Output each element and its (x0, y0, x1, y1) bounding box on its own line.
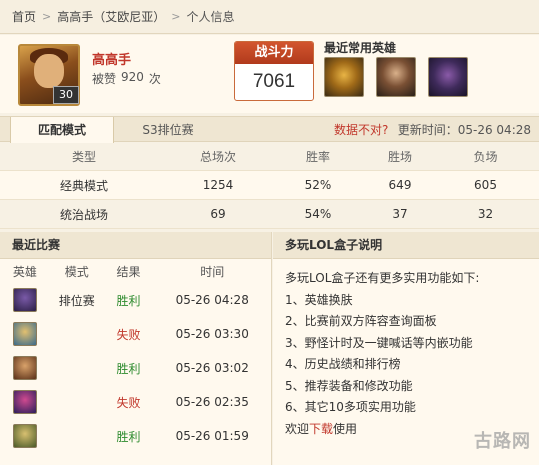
help-intro: 多玩LOL盒子还有更多实用功能如下: (285, 271, 480, 285)
stats-tabs: 匹配模式 S3排位赛 数据不对? 更新时间：05-26 04:28 (0, 116, 539, 143)
header-time: 时间 (200, 264, 225, 279)
purple-hero-icon (12, 288, 37, 312)
stats-header-type: 类型 (71, 150, 96, 164)
list-item[interactable]: 胜利 05-26 03:02 (0, 351, 271, 385)
player-likes: 被赞 920 次 (92, 70, 161, 87)
data-wrong-link[interactable]: 数据不对? (334, 117, 388, 143)
breadcrumb-separator: > (42, 10, 52, 23)
help-item: 5、推荐装备和修改功能 (285, 378, 413, 393)
match-result: 胜利 (116, 293, 141, 308)
power-box: 战斗力 7061 (234, 41, 314, 101)
help-item: 6、其它10多项实用功能 (285, 400, 416, 414)
download-link[interactable]: 下载 (309, 422, 333, 436)
recent-heroes-title: 最近常用英雄 (324, 41, 397, 55)
stats-header-wins: 胜场 (387, 150, 412, 164)
level-badge: 30 (53, 86, 79, 104)
likes-unit: 次 (148, 72, 161, 86)
breadcrumb-current: 个人信息 (186, 10, 235, 24)
table-cell: 605 (474, 178, 497, 192)
breadcrumb-player[interactable]: 高高手（艾欧尼亚） (57, 8, 165, 25)
stats-header-total: 总场次 (199, 150, 236, 164)
match-result: 失败 (116, 395, 141, 410)
recent-hero-1-icon[interactable] (324, 57, 364, 97)
table-cell: 37 (392, 207, 408, 221)
avatar-face (34, 54, 64, 88)
update-time: 更新时间：05-26 04:28 (398, 117, 531, 143)
table-cell: 统治战场 (59, 207, 108, 222)
table-row: 经典模式 1254 52% 649 605 (0, 171, 539, 200)
pink-hero-icon (12, 390, 37, 414)
profile-header: 30 高高手 被赞 920 次 战斗力 7061 最近常用英雄 (0, 35, 539, 113)
match-result: 胜利 (116, 429, 141, 444)
header-hero: 英雄 (12, 264, 37, 279)
recent-hero-3-icon[interactable] (428, 57, 468, 97)
likes-label: 被赞 (92, 72, 117, 86)
match-time: 05-26 03:30 (175, 327, 249, 341)
help-title: 多玩LOL盒子说明 (273, 232, 539, 259)
table-cell: 649 (388, 178, 412, 192)
tab-s3-ranked[interactable]: S3排位赛 (118, 117, 218, 143)
recent-matches-header: 英雄 模式 结果 时间 (0, 259, 271, 283)
watermark: 古路网 (474, 431, 531, 452)
table-cell: 32 (477, 207, 494, 221)
stats-header-row: 类型 总场次 胜率 胜场 负场 (0, 143, 539, 171)
yellow-hero-icon (12, 322, 37, 346)
stats-header-losses: 负场 (473, 150, 498, 164)
table-cell: 54% (304, 207, 332, 221)
player-name: 高高手 (92, 53, 132, 68)
list-item[interactable]: 失败 05-26 03:30 (0, 317, 271, 351)
tab-match-mode[interactable]: 匹配模式 (10, 117, 114, 143)
stats-table: 类型 总场次 胜率 胜场 负场 经典模式 1254 52% 649 605 统治… (0, 143, 539, 229)
help-item: 1、英雄换肤 (285, 292, 353, 307)
breadcrumb-home[interactable]: 首页 (12, 8, 36, 25)
use-text: 使用 (333, 421, 358, 436)
header-mode: 模式 (64, 264, 89, 279)
match-time: 05-26 04:28 (175, 293, 249, 307)
update-value: 05-26 04:28 (457, 123, 531, 137)
table-cell: 1254 (202, 178, 234, 192)
help-item: 3、野怪计时及一键喊话等内嵌功能 (285, 335, 473, 350)
help-item: 4、历史战绩和排行榜 (285, 357, 401, 371)
list-item[interactable]: 排位赛 胜利 05-26 04:28 (0, 283, 271, 317)
brown-hero-icon (12, 356, 37, 380)
help-item: 2、比赛前双方阵容查询面板 (285, 314, 437, 328)
help-body: 多玩LOL盒子还有更多实用功能如下: 1、英雄换肤 2、比赛前双方阵容查询面板 … (273, 259, 539, 440)
table-cell: 经典模式 (59, 178, 108, 193)
recent-matches-panel: 最近比赛 英雄 模式 结果 时间 排位赛 胜利 05-26 04:28 失败 0… (0, 232, 272, 465)
match-time: 05-26 03:02 (175, 361, 249, 375)
recent-matches-title: 最近比赛 (0, 232, 271, 259)
breadcrumb: 首页 > 高高手（艾欧尼亚） > 个人信息 (0, 0, 539, 34)
match-result: 失败 (116, 327, 141, 342)
match-time: 05-26 02:35 (175, 395, 249, 409)
breadcrumb-separator: > (171, 10, 181, 23)
match-result: 胜利 (116, 361, 141, 376)
power-value: 7061 (252, 71, 296, 92)
green-hero-icon (12, 424, 37, 448)
match-mode: 排位赛 (58, 293, 95, 308)
table-cell: 69 (210, 207, 226, 221)
likes-count: 920 (121, 70, 144, 84)
header-result: 结果 (116, 264, 141, 279)
power-label: 战斗力 (235, 42, 313, 64)
match-time: 05-26 01:59 (175, 429, 249, 443)
list-item[interactable]: 失败 05-26 02:35 (0, 385, 271, 419)
list-item[interactable]: 胜利 05-26 01:59 (0, 419, 271, 453)
table-cell: 52% (304, 178, 332, 192)
stats-header-winrate: 胜率 (305, 150, 330, 164)
welcome-text: 欢迎 (285, 421, 310, 436)
table-row: 统治战场 69 54% 37 32 (0, 200, 539, 229)
update-label: 更新时间： (397, 123, 458, 137)
recent-hero-2-icon[interactable] (376, 57, 416, 97)
